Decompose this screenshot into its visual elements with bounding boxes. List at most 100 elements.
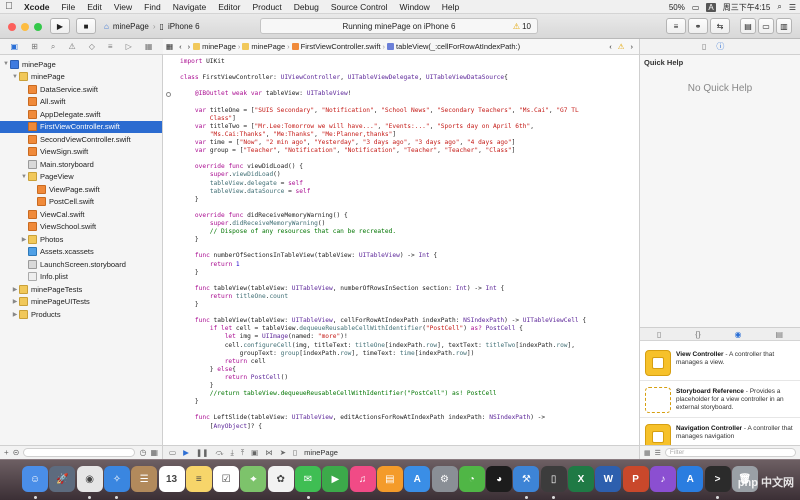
file-template-icon[interactable]: ▯ [657, 330, 661, 339]
menu-source-control[interactable]: Source Control [325, 0, 394, 14]
breadcrumb-item[interactable]: minePage [202, 42, 236, 51]
spotlight-icon[interactable]: ⌕ [777, 2, 781, 12]
excel-icon[interactable]: X [568, 466, 594, 492]
nav-item[interactable]: ▶ minePageTests [0, 283, 162, 296]
nav-item[interactable]: Info.plist [0, 271, 162, 284]
nav-item[interactable]: ViewPage.swift [0, 183, 162, 196]
editor-gutter[interactable] [163, 55, 175, 445]
assistant-editor-button[interactable]: ⚭ [688, 18, 708, 34]
library-item[interactable]: Navigation Controller - A controller tha… [640, 419, 800, 445]
nav-item[interactable]: ▶ Photos [0, 233, 162, 246]
menu-editor[interactable]: Editor [212, 0, 246, 14]
file-inspector-icon[interactable]: ▯ [702, 42, 706, 51]
object-library-icon[interactable]: ◉ [735, 330, 742, 339]
library-item[interactable]: View Controller - A controller that mana… [640, 345, 800, 381]
app-store-2-icon[interactable]: A [677, 466, 704, 492]
apple-icon[interactable]:  [0, 1, 18, 12]
test-icon[interactable]: ◇ [89, 42, 95, 51]
media-library-icon[interactable]: ▤ [775, 330, 783, 339]
breadcrumb-item[interactable]: tableView(_:cellForRowAtIndexPath:) [396, 42, 520, 51]
grid-icon[interactable]: ▦ [644, 449, 651, 457]
safari-icon[interactable]: ✧ [103, 466, 130, 492]
clock-icon[interactable]: ◷ [139, 448, 146, 457]
nav-item[interactable]: ▼ minePage [0, 58, 162, 71]
breadcrumb-item[interactable]: minePage [251, 42, 285, 51]
warning-badge[interactable]: ⚠ 10 [513, 22, 531, 31]
nav-item[interactable]: ViewSchool.swift [0, 221, 162, 234]
version-editor-button[interactable]: ⇆ [710, 18, 730, 34]
standard-editor-button[interactable]: ≡ [666, 18, 686, 34]
nav-item[interactable]: PostCell.swift [0, 196, 162, 209]
powerpoint-icon[interactable]: P [622, 466, 649, 492]
launchpad-icon[interactable]: 🚀 [49, 466, 76, 492]
disclosure-icon[interactable]: ▶ [11, 298, 19, 305]
disclosure-icon[interactable]: ▶ [20, 236, 28, 243]
disclosure-icon[interactable]: ▼ [11, 74, 19, 80]
related-items-icon[interactable]: ▦ [163, 42, 176, 51]
folder-icon[interactable]: ▣ [11, 42, 19, 51]
step-over-icon[interactable]: ⤼ [215, 448, 223, 458]
chevron-left-icon[interactable]: ‹ [609, 42, 612, 51]
nav-item[interactable]: ViewCal.swift [0, 208, 162, 221]
notification-center-icon[interactable]: ☰ [789, 3, 796, 12]
photos-icon[interactable]: ✿ [267, 466, 294, 492]
debug-target[interactable]: minePage [304, 448, 338, 457]
library-item[interactable]: Storyboard Reference - Provides a placeh… [640, 382, 800, 418]
disclosure-icon[interactable]: ▶ [11, 286, 19, 293]
nav-item[interactable]: ▶ minePageUITests [0, 296, 162, 309]
ibooks-icon[interactable]: ▤ [376, 466, 403, 492]
view-debug-icon[interactable]: ▣ [251, 448, 258, 457]
navigator-filter-input[interactable] [23, 448, 136, 457]
add-icon[interactable]: + [4, 448, 9, 457]
system-preferences-icon[interactable]: ⚙ [431, 466, 458, 492]
music-icon[interactable]: ♪ [649, 466, 676, 492]
menu-app[interactable]: Xcode [18, 0, 56, 14]
menu-view[interactable]: View [108, 0, 138, 14]
list-icon[interactable]: ☰ [655, 449, 661, 457]
menu-navigate[interactable]: Navigate [167, 0, 213, 14]
menu-product[interactable]: Product [246, 0, 287, 14]
step-out-icon[interactable]: ⤒ [241, 448, 244, 458]
facetime-icon[interactable]: ▶ [322, 466, 349, 492]
menu-window[interactable]: Window [394, 0, 436, 14]
calendar-icon[interactable]: 13 [158, 466, 185, 492]
library-filter-input[interactable]: Filter [664, 448, 796, 457]
menu-help[interactable]: Help [436, 0, 465, 14]
nav-item[interactable]: LaunchScreen.storyboard [0, 258, 162, 271]
menu-edit[interactable]: Edit [81, 0, 108, 14]
forward-icon[interactable]: › [185, 42, 194, 51]
nav-item[interactable]: FirstViewController.swift [0, 120, 162, 133]
scheme-selector[interactable]: ⌂ minePage › ▯ iPhone 6 [104, 18, 200, 34]
close-icon[interactable] [8, 23, 16, 31]
back-icon[interactable]: ‹ [176, 42, 185, 51]
issue-icon[interactable]: ⚠ [68, 42, 75, 51]
outlet-connection-icon[interactable] [166, 92, 171, 97]
breakpoint-icon[interactable]: ▷ [126, 42, 132, 51]
minimize-icon[interactable] [21, 23, 29, 31]
scm-icon[interactable]: ▦ [150, 448, 158, 457]
battery-percent[interactable]: 50% [669, 3, 685, 12]
clock[interactable]: 周三下午4:15 [723, 2, 771, 13]
xcode-icon[interactable]: ⚒ [513, 466, 540, 492]
breakpoints-icon[interactable]: ▶ [183, 448, 189, 457]
qq-icon[interactable]: ◕ [486, 466, 513, 492]
disclosure-icon[interactable]: ▼ [2, 61, 10, 67]
warning-icon[interactable]: ⚠ [618, 42, 625, 51]
app-store-icon[interactable]: A [404, 466, 431, 492]
input-icon[interactable]: A [706, 2, 716, 12]
toggle-navigator-button[interactable]: ▤ [740, 18, 756, 34]
word-icon[interactable]: W [595, 466, 622, 492]
hide-debug-icon[interactable]: ▭ [169, 448, 176, 457]
toggle-utilities-button[interactable]: ▥ [776, 18, 792, 34]
step-in-icon[interactable]: ⤓ [230, 448, 233, 458]
chrome-icon[interactable]: ◉ [76, 466, 103, 492]
reminders-icon[interactable]: ☑ [213, 466, 240, 492]
maps-icon[interactable]: ⌖ [240, 466, 267, 492]
memory-graph-icon[interactable]: ⋈ [265, 448, 273, 457]
breadcrumb-item[interactable]: FirstViewController.swift [301, 42, 381, 51]
run-button[interactable]: ▶ [50, 18, 70, 34]
symbol-icon[interactable]: ⊞ [31, 42, 38, 51]
menu-debug[interactable]: Debug [288, 0, 325, 14]
simulator-icon[interactable]: ▯ [540, 466, 567, 492]
filter-icon[interactable]: ⊝ [13, 448, 20, 457]
